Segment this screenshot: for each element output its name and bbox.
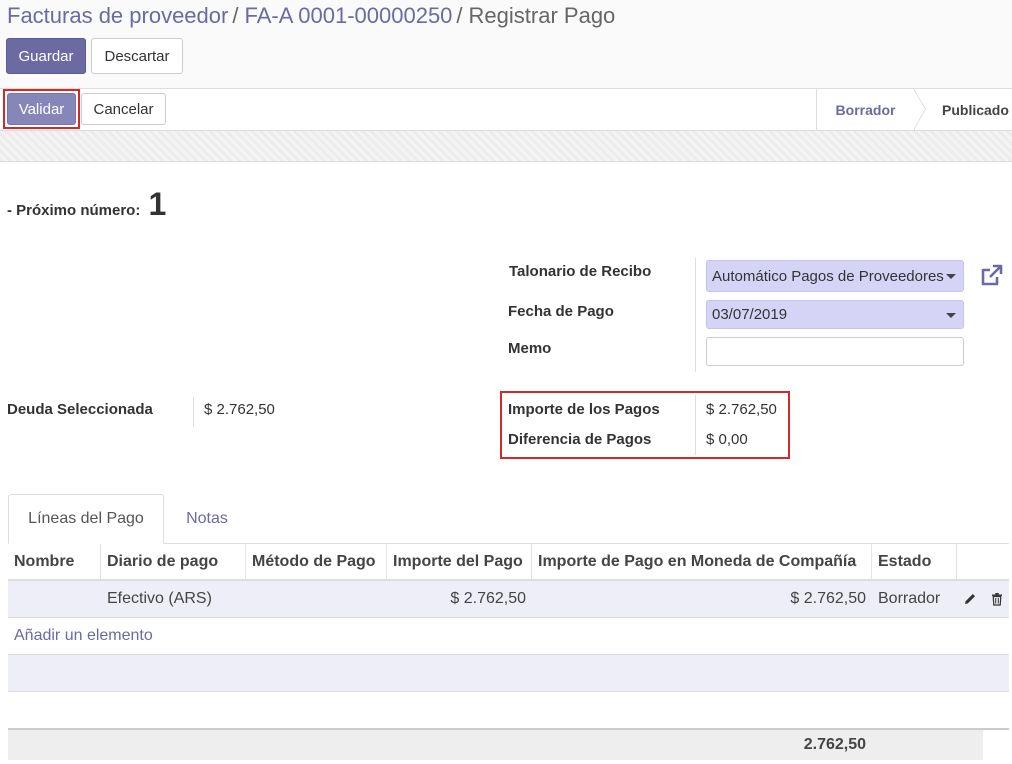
- breadcrumb-separator: /: [232, 3, 239, 28]
- tab-notes[interactable]: Notas: [164, 494, 250, 544]
- payments-diff-value: $ 0,00: [706, 431, 748, 448]
- column-header-journal[interactable]: Diario de pago: [101, 544, 246, 579]
- column-header-method[interactable]: Método de Pago: [246, 544, 387, 579]
- discard-button[interactable]: Descartar: [91, 38, 183, 74]
- table-row-empty: [8, 692, 1009, 729]
- column-header-name[interactable]: Nombre: [8, 544, 101, 579]
- row-name: [8, 581, 101, 617]
- row-method: [246, 581, 387, 617]
- breadcrumb-separator: /: [456, 3, 463, 28]
- column-header-amount[interactable]: Importe del Pago: [387, 544, 532, 579]
- next-number: - Próximo número: 1: [7, 186, 166, 223]
- dropdown-caret-icon: [946, 313, 956, 318]
- stage-posted[interactable]: Publicado: [913, 89, 1012, 130]
- row-company-amount: $ 2.762,50: [790, 590, 866, 607]
- breadcrumb: Facturas de proveedor / FA-A 0001-00000250…: [7, 2, 615, 30]
- next-number-label: - Próximo número:: [7, 202, 141, 219]
- breadcrumb-current: Registrar Pago: [468, 3, 616, 28]
- payment-date-label: Fecha de Pago: [508, 303, 614, 320]
- table-row-empty: [8, 655, 1009, 692]
- selected-debt-label: Deuda Seleccionada: [7, 401, 153, 418]
- row-state: Borrador: [878, 590, 941, 607]
- receipt-book-label: Talonario de Recibo: [509, 263, 652, 280]
- field-separator: [695, 395, 696, 455]
- payments-amount-label: Importe de los Pagos: [508, 401, 660, 418]
- payments-diff-label: Diferencia de Pagos: [508, 431, 652, 448]
- tab-payment-lines[interactable]: Líneas del Pago: [8, 494, 164, 544]
- receipt-book-value: Automático Pagos de Proveedores: [712, 267, 944, 285]
- receipt-book-select[interactable]: Automático Pagos de Proveedores: [706, 260, 964, 292]
- payments-amount-value: $ 2.762,50: [706, 401, 777, 418]
- memo-input[interactable]: [706, 337, 964, 366]
- row-journal: Efectivo (ARS): [107, 590, 212, 607]
- payment-date-value: 03/07/2019: [712, 306, 788, 323]
- row-amount: $ 2.762,50: [450, 590, 526, 607]
- next-number-value: 1: [148, 186, 167, 222]
- notebook-tabs: Líneas del Pago Notas: [8, 494, 1009, 544]
- footer-spacer: [983, 730, 1009, 760]
- field-separator: [193, 397, 194, 427]
- save-button[interactable]: Guardar: [6, 38, 86, 74]
- column-header-company-amount[interactable]: Importe de Pago en Moneda de Compañía: [532, 544, 872, 579]
- control-panel: Facturas de proveedor / FA-A 0001-00000250…: [0, 0, 1012, 88]
- sheet-background: [0, 131, 1012, 162]
- trash-icon[interactable]: [990, 592, 1004, 606]
- selected-debt-value: $ 2.762,50: [204, 401, 275, 418]
- validate-button[interactable]: Validar: [7, 93, 76, 125]
- add-line-link[interactable]: Añadir un elemento: [8, 618, 308, 654]
- payment-date-select[interactable]: 03/07/2019: [706, 300, 964, 329]
- field-separator: [695, 258, 696, 372]
- breadcrumb-vendor-bills[interactable]: Facturas de proveedor: [7, 3, 228, 28]
- table-row[interactable]: Efectivo (ARS) $ 2.762,50 $ 2.762,50 Bor…: [8, 581, 1009, 618]
- dropdown-caret-icon: [946, 274, 956, 279]
- status-stages: Borrador Publicado: [816, 89, 1012, 130]
- breadcrumb-invoice[interactable]: FA-A 0001-00000250: [244, 3, 452, 28]
- external-link-icon[interactable]: [978, 263, 1004, 289]
- form-statusbar: Validar Cancelar Borrador Publicado: [0, 88, 1012, 131]
- cancel-button[interactable]: Cancelar: [81, 93, 166, 125]
- column-header-state[interactable]: Estado: [872, 544, 957, 579]
- table-footer: 2.762,50: [8, 728, 1009, 760]
- edit-pencil-icon[interactable]: [963, 592, 977, 606]
- total-company-amount: 2.762,50: [803, 736, 866, 753]
- table-header: Nombre Diario de pago Método de Pago Imp…: [8, 544, 1009, 581]
- memo-label: Memo: [508, 340, 552, 357]
- stage-draft[interactable]: Borrador: [816, 89, 914, 130]
- table-row: Añadir un elemento: [8, 618, 1009, 655]
